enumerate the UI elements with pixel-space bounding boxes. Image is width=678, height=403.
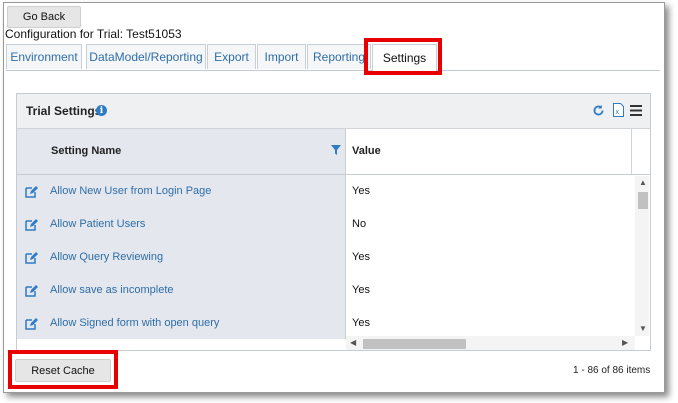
- table-row[interactable]: Allow Query Reviewing Yes: [17, 241, 650, 274]
- setting-name-column-header[interactable]: Setting Name: [17, 129, 346, 174]
- refresh-icon[interactable]: [591, 103, 605, 117]
- scroll-up-icon[interactable]: ▲: [639, 178, 647, 187]
- tab-strip: Environment DataModel/Reporting Export I…: [6, 43, 660, 71]
- grid-body: Allow New User from Login Page Yes Allow…: [17, 175, 650, 339]
- vertical-scrollbar[interactable]: ▲ ▼: [635, 176, 649, 336]
- setting-name-link[interactable]: Allow save as incomplete: [50, 284, 174, 296]
- edit-icon[interactable]: [25, 185, 38, 198]
- svg-text:x: x: [615, 109, 619, 116]
- horizontal-scroll-thumb[interactable]: [363, 339, 466, 349]
- setting-value: Yes: [352, 317, 370, 329]
- tab-settings[interactable]: Settings: [372, 44, 437, 71]
- trial-settings-panel: Trial Settings i x Setting Name Value Al…: [16, 93, 651, 351]
- edit-icon[interactable]: [25, 317, 38, 330]
- filter-icon[interactable]: [331, 145, 341, 155]
- edit-icon[interactable]: [25, 218, 38, 231]
- table-row[interactable]: Allow Patient Users No: [17, 208, 650, 241]
- tab-import[interactable]: Import: [257, 44, 306, 69]
- row-name-cell: Allow Patient Users: [17, 208, 346, 241]
- vertical-scroll-thumb[interactable]: [638, 192, 648, 209]
- config-title: Configuration for Trial: Test51053: [5, 27, 182, 41]
- row-name-cell: Allow Query Reviewing: [17, 241, 346, 274]
- table-row[interactable]: Allow Signed form with open query Yes: [17, 307, 650, 339]
- row-name-cell: Allow save as incomplete: [17, 274, 346, 307]
- menu-icon[interactable]: [629, 103, 643, 117]
- tab-export[interactable]: Export: [207, 44, 256, 69]
- scroll-down-icon[interactable]: ▼: [639, 324, 647, 333]
- horizontal-scrollbar[interactable]: ◀ ▶: [346, 336, 635, 350]
- grid-header: Setting Name Value: [17, 129, 650, 175]
- value-column-header[interactable]: Value: [346, 129, 632, 174]
- setting-value: Yes: [352, 185, 370, 197]
- setting-name-link[interactable]: Allow Patient Users: [50, 218, 145, 230]
- edit-icon[interactable]: [25, 251, 38, 264]
- scroll-right-icon[interactable]: ▶: [622, 338, 628, 347]
- table-row[interactable]: Allow New User from Login Page Yes: [17, 175, 650, 208]
- info-icon[interactable]: i: [96, 105, 107, 116]
- panel-header: Trial Settings i x: [17, 94, 650, 129]
- pager-info: 1 - 86 of 86 items: [573, 365, 651, 376]
- tab-environment[interactable]: Environment: [6, 44, 82, 69]
- excel-export-icon[interactable]: x: [611, 103, 625, 117]
- setting-name-link[interactable]: Allow Query Reviewing: [50, 251, 163, 263]
- setting-name-link[interactable]: Allow Signed form with open query: [50, 317, 219, 329]
- scroll-left-icon[interactable]: ◀: [350, 338, 356, 347]
- setting-name-link[interactable]: Allow New User from Login Page: [50, 185, 211, 197]
- edit-icon[interactable]: [25, 284, 38, 297]
- row-name-cell: Allow New User from Login Page: [17, 175, 346, 208]
- tab-datamodel-reporting[interactable]: DataModel/Reporting: [86, 44, 206, 69]
- go-back-button[interactable]: Go Back: [7, 6, 81, 28]
- table-row[interactable]: Allow save as incomplete Yes: [17, 274, 650, 307]
- tab-reporting[interactable]: Reporting: [307, 44, 371, 69]
- setting-value: Yes: [352, 284, 370, 296]
- setting-value: Yes: [352, 251, 370, 263]
- row-name-cell: Allow Signed form with open query: [17, 307, 346, 339]
- reset-cache-button[interactable]: Reset Cache: [15, 359, 111, 382]
- setting-value: No: [352, 218, 367, 230]
- panel-title: Trial Settings: [26, 104, 102, 118]
- setting-name-header-label: Setting Name: [51, 145, 122, 157]
- value-header-label: Value: [352, 145, 381, 157]
